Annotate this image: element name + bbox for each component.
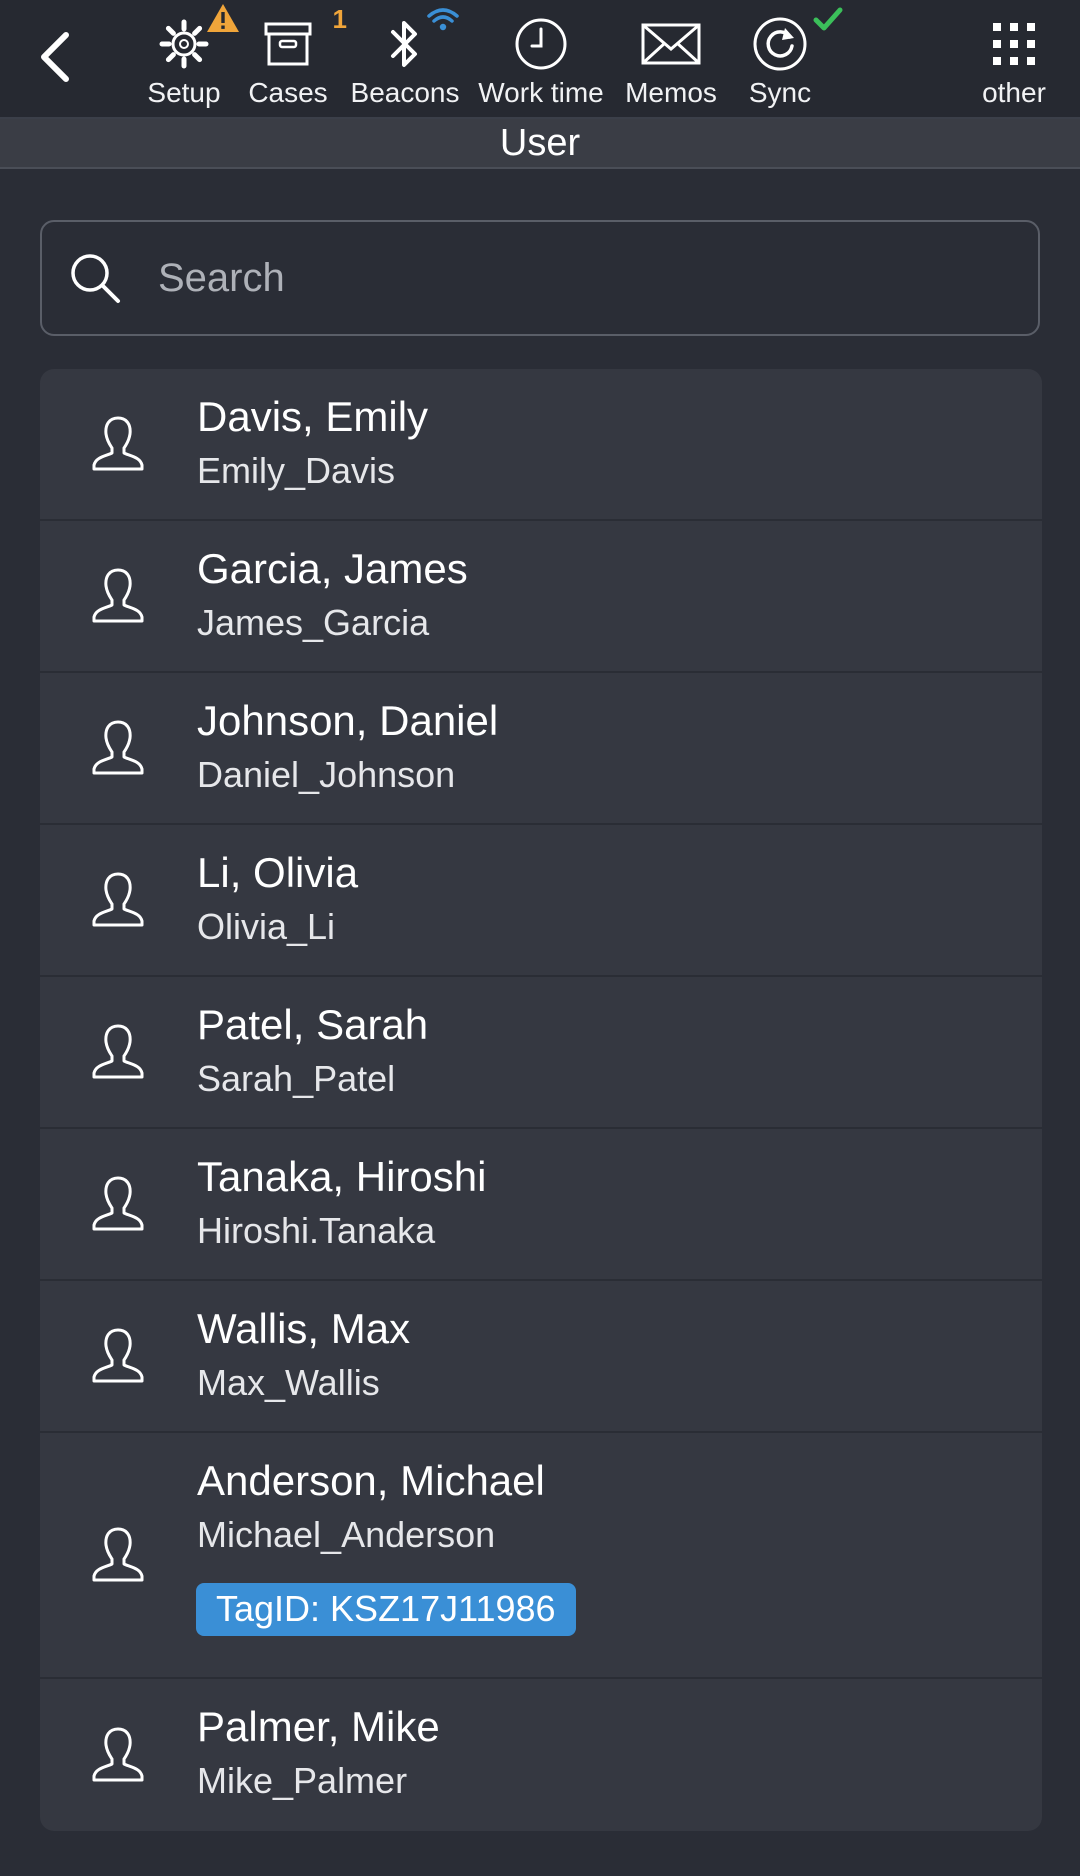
list-item[interactable]: Wallis, Max Max_Wallis	[40, 1281, 1042, 1433]
user-login: Hiroshi.Tanaka	[197, 1210, 436, 1251]
setup-button[interactable]: Setup	[144, 4, 239, 110]
user-icon	[92, 1328, 144, 1383]
top-toolbar: Setup 1 Cases Beacons Work time Memos Sy…	[0, 0, 1080, 119]
envelope-icon	[641, 23, 701, 65]
user-full-name: Anderson, Michael	[197, 1457, 545, 1504]
user-login: Michael_Anderson	[197, 1514, 496, 1555]
sync-button[interactable]: Sync	[740, 7, 843, 110]
list-item[interactable]: Tanaka, Hiroshi Hiroshi.Tanaka	[40, 1129, 1042, 1281]
archive-box-icon	[264, 22, 312, 66]
list-item[interactable]: Johnson, Daniel Daniel_Johnson	[40, 673, 1042, 825]
beacons-label: Beacons	[350, 77, 460, 108]
sync-icon	[753, 17, 807, 71]
user-icon	[92, 416, 144, 471]
search-input[interactable]	[156, 254, 960, 302]
user-full-name: Palmer, Mike	[197, 1703, 440, 1750]
chevron-left-icon	[41, 32, 69, 82]
work-time-button[interactable]: Work time	[476, 10, 606, 110]
list-item[interactable]: Li, Olivia Olivia_Li	[40, 825, 1042, 977]
beacons-button[interactable]: Beacons	[346, 8, 464, 110]
user-icon	[92, 1024, 144, 1079]
cases-label: Cases	[248, 77, 328, 108]
user-icon	[92, 872, 144, 927]
memos-label: Memos	[625, 77, 717, 108]
warning-icon	[207, 4, 239, 32]
user-full-name: Tanaka, Hiroshi	[197, 1153, 487, 1200]
search-icon	[71, 254, 120, 303]
user-login: Daniel_Johnson	[197, 754, 456, 795]
user-icon	[92, 1527, 144, 1582]
wifi-icon	[427, 8, 459, 31]
user-icon	[92, 568, 144, 623]
user-login: Mike_Palmer	[197, 1760, 408, 1801]
list-item[interactable]: Palmer, Mike Mike_Palmer	[40, 1679, 1042, 1831]
search-box[interactable]	[40, 220, 1040, 336]
user-full-name: Patel, Sarah	[197, 1001, 429, 1048]
sync-label: Sync	[748, 77, 812, 108]
user-icon	[92, 720, 144, 775]
work-time-label: Work time	[478, 77, 604, 108]
user-full-name: Garcia, James	[197, 545, 468, 592]
user-full-name: Davis, Emily	[197, 393, 429, 440]
list-item[interactable]: Patel, Sarah Sarah_Patel	[40, 977, 1042, 1129]
gear-icon	[159, 19, 209, 69]
grid-dots-icon	[993, 23, 1035, 65]
clock-icon	[515, 18, 567, 70]
page-title-bar: User	[0, 119, 1080, 169]
other-label: other	[982, 77, 1046, 108]
user-login: James_Garcia	[197, 602, 430, 643]
checkmark-icon	[813, 7, 843, 31]
user-list: Davis, Emily Emily_Davis Garcia, James J…	[40, 369, 1042, 1831]
list-item[interactable]: Anderson, Michael Michael_Anderson TagID…	[40, 1433, 1042, 1679]
user-login: Emily_Davis	[197, 450, 396, 491]
user-full-name: Johnson, Daniel	[197, 697, 499, 744]
bluetooth-icon	[391, 21, 417, 67]
tag-id-badge: TagID: KSZ17J11986	[196, 1583, 576, 1636]
user-login: Olivia_Li	[197, 906, 336, 947]
page-title: User	[499, 121, 581, 164]
list-item[interactable]: Davis, Emily Emily_Davis	[40, 369, 1042, 521]
user-full-name: Wallis, Max	[197, 1305, 411, 1352]
user-icon	[92, 1727, 144, 1782]
back-button[interactable]	[26, 20, 86, 94]
setup-label: Setup	[147, 77, 221, 108]
other-menu-button[interactable]: other	[974, 10, 1054, 110]
user-icon	[92, 1176, 144, 1231]
cases-count-badge: 1	[332, 4, 347, 34]
cases-button[interactable]: 1 Cases	[248, 4, 347, 110]
user-full-name: Li, Olivia	[197, 849, 359, 896]
user-login: Sarah_Patel	[197, 1058, 396, 1099]
list-item[interactable]: Garcia, James James_Garcia	[40, 521, 1042, 673]
memos-button[interactable]: Memos	[622, 10, 720, 110]
user-login: Max_Wallis	[197, 1362, 380, 1403]
